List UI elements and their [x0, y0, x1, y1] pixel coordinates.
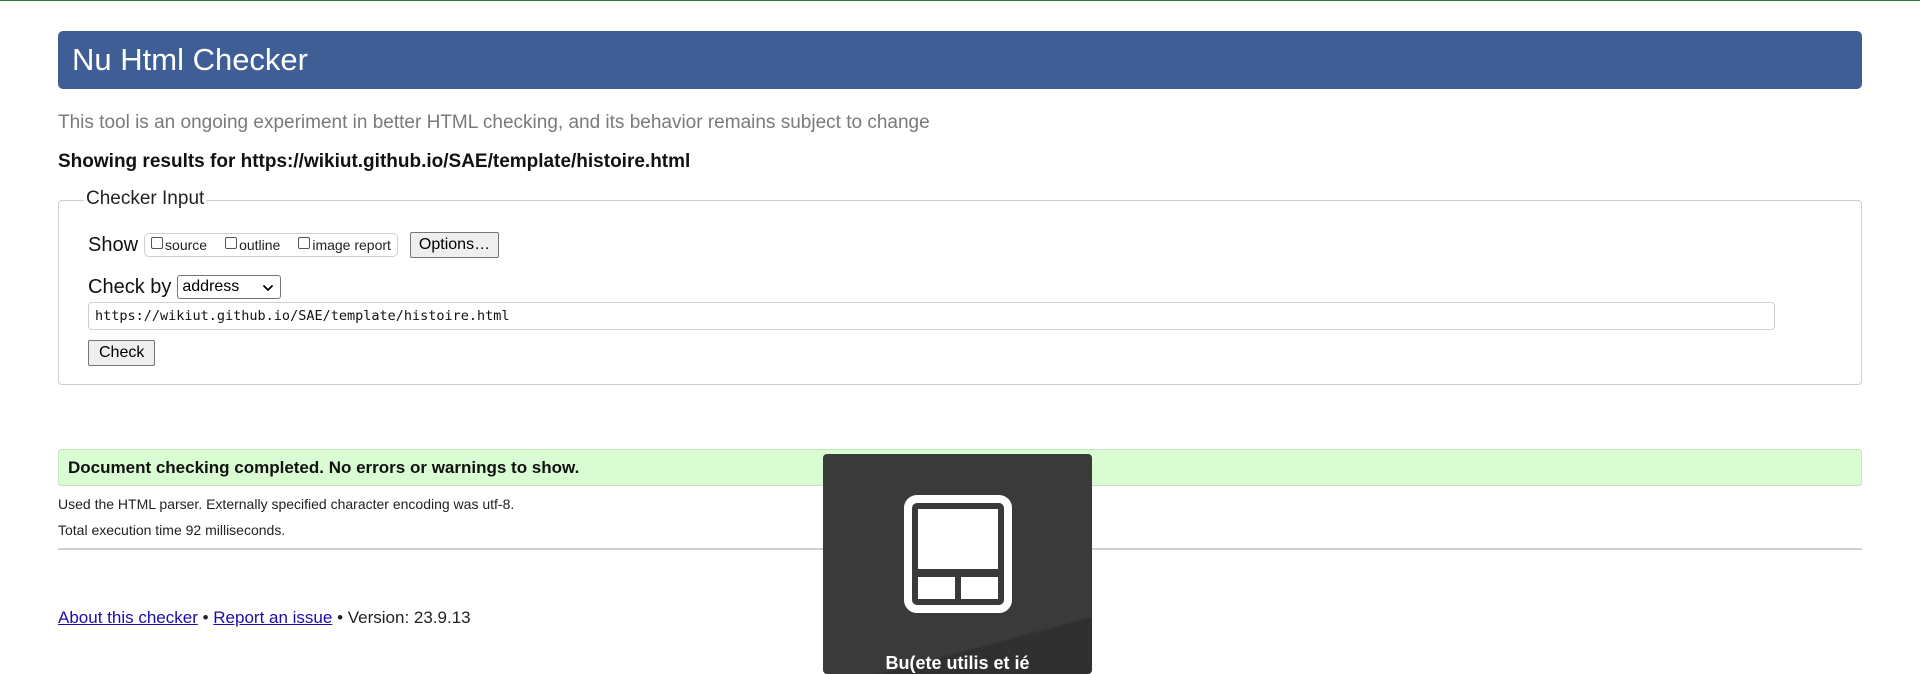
footer-separator-1: •	[197, 608, 214, 627]
results-for-heading: Showing results for https://wikiut.githu…	[58, 151, 691, 172]
report-issue-link[interactable]: Report an issue	[213, 608, 332, 627]
footer-separator-2: •	[332, 608, 348, 627]
show-options-group: source outline image report	[144, 233, 398, 257]
top-border-line	[0, 0, 1920, 1]
outline-checkbox-label: outline	[239, 237, 281, 253]
outline-checkbox[interactable]	[225, 237, 238, 249]
show-row: Show source outline image report Options…	[88, 230, 500, 260]
version-text: Version: 23.9.13	[347, 608, 471, 627]
source-checkbox-label: source	[165, 237, 208, 253]
show-outline-option[interactable]: outline	[225, 237, 280, 253]
chevron-down-icon	[263, 285, 274, 291]
source-checkbox[interactable]	[151, 237, 164, 249]
check-by-label: Check by	[88, 275, 172, 298]
tablet-layout-icon	[904, 495, 1012, 613]
overlay-caption: Bu(ete utilis et ié	[885, 653, 1030, 673]
check-by-selected-value: address	[182, 278, 240, 295]
intro-text: This tool is an ongoing experiment in be…	[58, 112, 930, 133]
footer: About this checker • Report an issue • V…	[58, 608, 471, 628]
show-image-report-option[interactable]: image report	[298, 237, 391, 253]
url-input[interactable]: https://wikiut.github.io/SAE/template/hi…	[88, 302, 1775, 330]
show-source-option[interactable]: source	[151, 237, 207, 253]
success-message: Document checking completed. No errors o…	[68, 457, 580, 477]
checker-input-fieldset	[58, 200, 1862, 385]
check-by-select[interactable]: address	[177, 275, 282, 299]
check-by-row: Check by address	[88, 274, 282, 300]
parser-note: Used the HTML parser. Externally specifi…	[58, 496, 515, 512]
image-report-checkbox-label: image report	[312, 237, 391, 253]
page-title: Nu Html Checker	[72, 42, 308, 77]
execution-time: Total execution time 92 milliseconds.	[58, 522, 286, 538]
show-label: Show	[88, 233, 139, 256]
header-bar: Nu Html Checker	[58, 31, 1862, 89]
check-button[interactable]: Check	[88, 340, 156, 366]
image-report-checkbox[interactable]	[298, 237, 311, 249]
checker-input-legend: Checker Input	[84, 188, 207, 210]
snap-layout-overlay: Bu(ete utilis et ié	[823, 454, 1092, 674]
options-button[interactable]: Options…	[409, 232, 500, 258]
about-checker-link[interactable]: About this checker	[58, 608, 198, 627]
